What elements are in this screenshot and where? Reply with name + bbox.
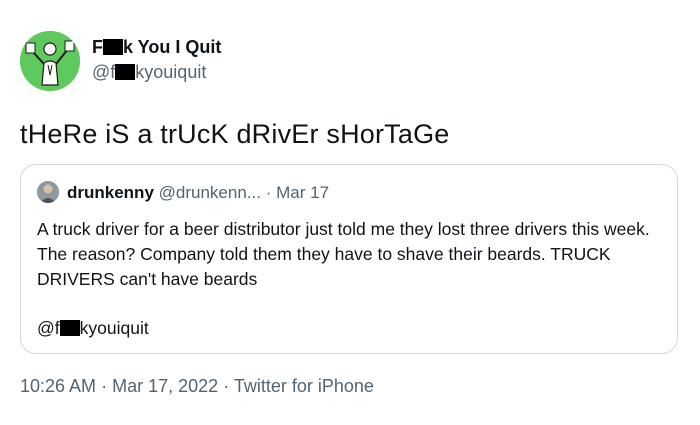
meta-separator: · <box>223 376 230 396</box>
cartoon-figure-icon <box>20 31 80 91</box>
quoted-tweet[interactable]: drunkenny @drunkenn... · Mar 17 A truck … <box>20 164 678 354</box>
censor-bar <box>103 39 123 55</box>
author-name-suffix: k You I Quit <box>123 37 222 57</box>
quoted-avatar[interactable] <box>37 181 59 203</box>
author-name[interactable]: Fk You I Quit <box>92 36 221 58</box>
meta-separator: · <box>101 376 108 396</box>
author-handle[interactable]: @f kyouiquit <box>92 61 206 83</box>
tweet-date[interactable]: Mar 17, 2022 <box>112 376 218 396</box>
author-handle-prefix: @f <box>92 62 116 82</box>
quoted-body-text: A truck driver for a beer distributor ju… <box>37 219 650 289</box>
quoted-header: drunkenny @drunkenn... · Mar 17 <box>67 182 329 204</box>
profile-photo-icon <box>37 181 59 203</box>
quoted-mention[interactable]: @f kyouiquit <box>37 316 149 341</box>
censor-bar <box>59 320 80 336</box>
quoted-separator: · <box>265 183 272 202</box>
quoted-body: A truck driver for a beer distributor ju… <box>37 217 657 292</box>
quoted-handle[interactable]: @drunkenn... <box>159 183 261 202</box>
tweet-meta: 10:26 AM · Mar 17, 2022 · Twitter for iP… <box>20 374 374 398</box>
author-handle-suffix: kyouiquit <box>135 62 207 82</box>
tweet-text: tHeRe iS a trUcK dRivEr sHorTaGe <box>20 119 450 149</box>
author-name-prefix: F <box>92 37 103 57</box>
author-avatar[interactable] <box>20 31 80 91</box>
quoted-date[interactable]: Mar 17 <box>276 183 329 202</box>
quoted-mention-prefix: @f <box>37 318 60 338</box>
quoted-mention-suffix: kyouiquit <box>79 318 149 338</box>
tweet-time[interactable]: 10:26 AM <box>20 376 96 396</box>
tweet-card: Fk You I Quit @f kyouiquit tHeRe iS a trU… <box>0 0 700 425</box>
quoted-name[interactable]: drunkenny <box>67 183 154 202</box>
censor-bar <box>115 64 136 80</box>
tweet-source[interactable]: Twitter for iPhone <box>234 376 374 396</box>
